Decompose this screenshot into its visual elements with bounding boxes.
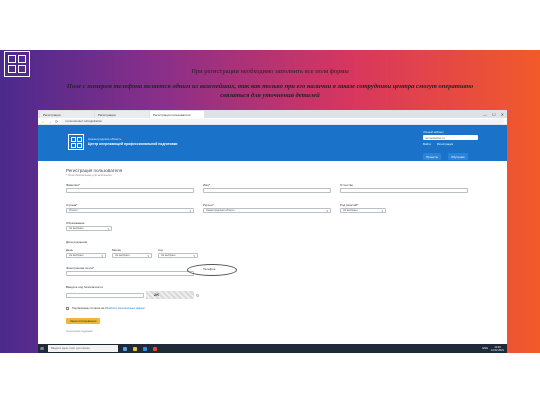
policy-checkbox[interactable] — [66, 307, 69, 310]
maximize-button[interactable]: ☐ — [492, 112, 496, 117]
surname-label: Фамилия* — [66, 183, 80, 187]
register-link[interactable]: Регистрация — [437, 142, 453, 146]
captcha-image: 2K — [146, 291, 194, 299]
year-select[interactable]: Не выбрано — [158, 253, 198, 258]
email-label: Электронная почта* — [66, 266, 94, 270]
register-button[interactable]: Зарегистрироваться — [66, 318, 101, 324]
site-logo-icon[interactable] — [68, 134, 84, 150]
surname-field[interactable] — [66, 188, 194, 193]
edge-browser-icon[interactable] — [143, 346, 147, 351]
captcha-input[interactable] — [66, 293, 144, 298]
site-region: Нижегородская область — [88, 137, 122, 141]
education-button[interactable]: Обучение — [448, 153, 468, 160]
policy-link[interactable]: обработку персональных данных — [105, 307, 145, 310]
minimize-button[interactable]: — — [483, 112, 487, 117]
year-label: Год — [158, 248, 163, 252]
day-label: День — [66, 248, 73, 252]
education-label: Образование — [66, 221, 85, 225]
day-select[interactable]: Не выбрано — [66, 253, 106, 258]
file-explorer-icon[interactable] — [133, 346, 137, 351]
country-label: Страна* — [66, 203, 78, 207]
center-logo-icon — [4, 51, 30, 77]
clock-date: 12.02.2021 — [491, 348, 504, 352]
windows-taskbar: ⊞ Введите здесь текст для поиска ENG 11:… — [38, 344, 507, 353]
account-input[interactable]: remontcenter.ru — [423, 135, 478, 140]
refresh-captcha-icon[interactable]: ↻ — [196, 293, 199, 298]
language-indicator[interactable]: ENG — [482, 347, 488, 350]
system-tray: ENG 11:03 12.02.2021 — [482, 346, 507, 352]
support-footnote: Техническая поддержка — [66, 330, 93, 333]
close-button[interactable]: ✕ — [501, 112, 504, 117]
birthdate-label: Дата рождения — [66, 240, 88, 244]
header-account: Личный кабинет remontcenter.ru — [423, 130, 478, 140]
slide-caption: При регистрации необходимо заполнить все… — [191, 68, 349, 75]
region-select[interactable]: Нижегородская область — [203, 208, 331, 213]
policy-text: Подтверждаю согласие на обработку персон… — [72, 307, 145, 310]
policy-label: Подтверждаю согласие на — [72, 307, 104, 310]
email-field[interactable] — [66, 271, 194, 276]
captcha-label: Введите код безопасности — [66, 285, 103, 289]
address-bar: ← → ⟳ remontcenter.ru/registration — [38, 118, 507, 125]
projects-button[interactable]: Проекты — [423, 153, 442, 160]
taskbar-clock[interactable]: 11:03 12.02.2021 — [491, 346, 504, 352]
occupation-label: Род занятий* — [340, 203, 359, 207]
form-title: Регистрация пользователя — [66, 168, 123, 173]
back-arrow-icon[interactable]: ← — [41, 119, 45, 124]
slide-italic-note: Поле с номером телефона является одним и… — [66, 83, 474, 99]
name-label: Имя* — [203, 183, 211, 187]
forward-arrow-icon[interactable]: → — [48, 119, 52, 124]
month-select[interactable]: Не выбрано — [112, 253, 152, 258]
browser-window: Регистрация Регистрация Регистрация поль… — [38, 110, 507, 353]
browser-tabbar: Регистрация Регистрация Регистрация поль… — [38, 110, 507, 118]
window-controls: — ☐ ✕ — [483, 112, 507, 117]
task-view-icon[interactable] — [123, 346, 127, 351]
phone-highlight-oval — [187, 264, 237, 276]
month-label: Месяц — [112, 248, 122, 252]
account-label: Личный кабинет — [423, 130, 445, 134]
form-subtitle: * Поля обязательные для заполнения — [66, 174, 112, 177]
windows-start-icon[interactable]: ⊞ — [38, 344, 46, 353]
browser-tab[interactable]: Регистрация — [95, 111, 149, 118]
header-links: Войти Регистрация — [423, 142, 453, 146]
site-header: Нижегородская область Центр опережающей … — [38, 125, 507, 161]
patronymic-field[interactable] — [340, 188, 468, 193]
country-select[interactable]: Россия — [66, 208, 194, 213]
region-label: Регион* — [203, 203, 214, 207]
login-link[interactable]: Войти — [423, 142, 431, 146]
browser-tab[interactable]: Регистрация — [40, 111, 94, 118]
education-select[interactable]: Не выбрано — [66, 226, 112, 231]
taskbar-search[interactable]: Введите здесь текст для поиска — [48, 345, 118, 352]
url-field[interactable]: remontcenter.ru/registration — [61, 118, 504, 124]
chrome-browser-icon[interactable] — [153, 346, 157, 351]
occupation-select[interactable]: Не выбрано — [340, 208, 386, 213]
browser-tab-active[interactable]: Регистрация пользователя — [150, 111, 204, 118]
registration-form: Регистрация пользователя * Поля обязател… — [66, 168, 476, 181]
name-field[interactable] — [203, 188, 331, 193]
presentation-slide: При регистрации необходимо заполнить все… — [0, 0, 540, 405]
reload-icon[interactable]: ⟳ — [55, 119, 58, 124]
site-center-name: Центр опережающей профессиональной подго… — [88, 142, 178, 146]
patronymic-label: Отчество — [340, 183, 354, 187]
